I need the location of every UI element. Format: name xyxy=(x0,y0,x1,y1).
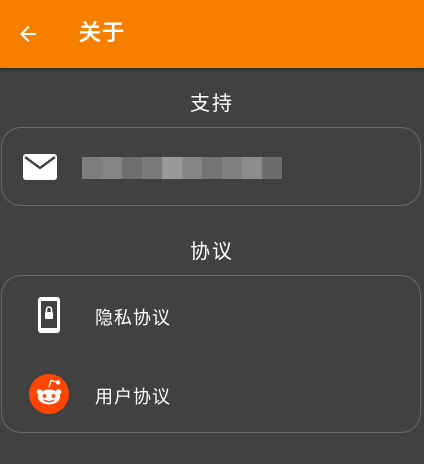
email-value-redacted xyxy=(82,157,282,179)
support-card xyxy=(1,127,421,206)
user-agreement-label: 用户协议 xyxy=(95,387,171,408)
reddit-icon xyxy=(29,374,69,414)
app-bar: 关于 xyxy=(0,0,424,68)
mail-icon xyxy=(23,154,57,180)
phone-lock-icon xyxy=(38,297,60,333)
arrow-left-icon xyxy=(20,26,36,42)
privacy-agreement-label: 隐私协议 xyxy=(95,308,171,329)
email-row[interactable] xyxy=(2,128,420,205)
agreements-card: 隐私协议 用户协议 xyxy=(1,275,421,433)
section-header-support: 支持 xyxy=(190,91,234,115)
privacy-agreement-row[interactable]: 隐私协议 xyxy=(2,276,420,356)
back-button[interactable] xyxy=(8,14,48,54)
page-title: 关于 xyxy=(79,21,126,46)
section-header-agreements: 协议 xyxy=(190,239,234,263)
user-agreement-row[interactable]: 用户协议 xyxy=(2,356,420,434)
